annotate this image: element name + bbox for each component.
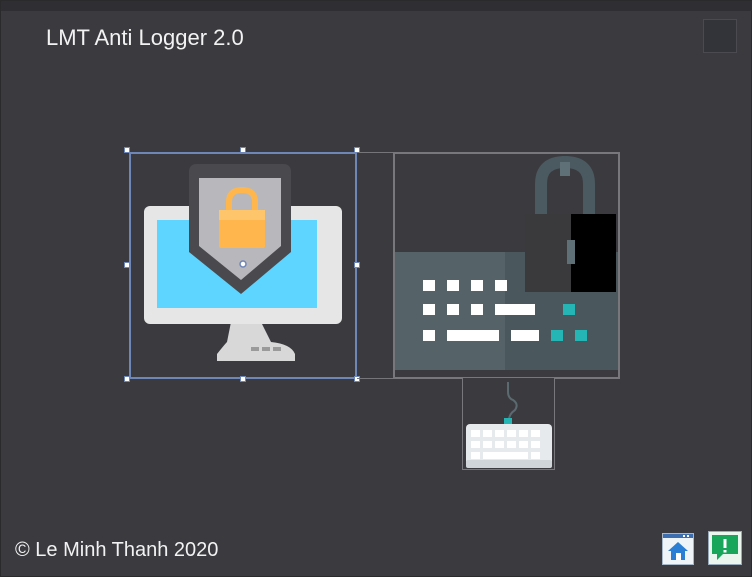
- feedback-alert-icon: [712, 535, 738, 560]
- resize-handle-t[interactable]: [240, 147, 246, 153]
- feedback-button[interactable]: [708, 531, 742, 565]
- keyboard-lock-illustration[interactable]: [393, 152, 620, 379]
- resize-handle-tl[interactable]: [124, 147, 130, 153]
- small-keyboard-illustration[interactable]: [462, 377, 555, 470]
- copyright-text: © Le Minh Thanh 2020: [15, 539, 219, 561]
- window-top-strip: [1, 1, 752, 11]
- keyboard-padlock-icon: [395, 155, 618, 370]
- resize-handle-b[interactable]: [240, 376, 246, 382]
- resize-handle-l[interactable]: [124, 262, 130, 268]
- app-window: LMT Anti Logger 2.0 © Le Minh Thanh 2020: [0, 0, 752, 577]
- home-icon: [663, 534, 693, 560]
- app-title: LMT Anti Logger 2.0: [46, 25, 244, 50]
- connector-lines: [357, 152, 395, 379]
- corner-square-button[interactable]: [703, 19, 737, 53]
- resize-handle-bl[interactable]: [124, 376, 130, 382]
- keyboard-icon: [466, 382, 552, 468]
- home-button[interactable]: [662, 533, 694, 565]
- selection-box[interactable]: [129, 152, 357, 379]
